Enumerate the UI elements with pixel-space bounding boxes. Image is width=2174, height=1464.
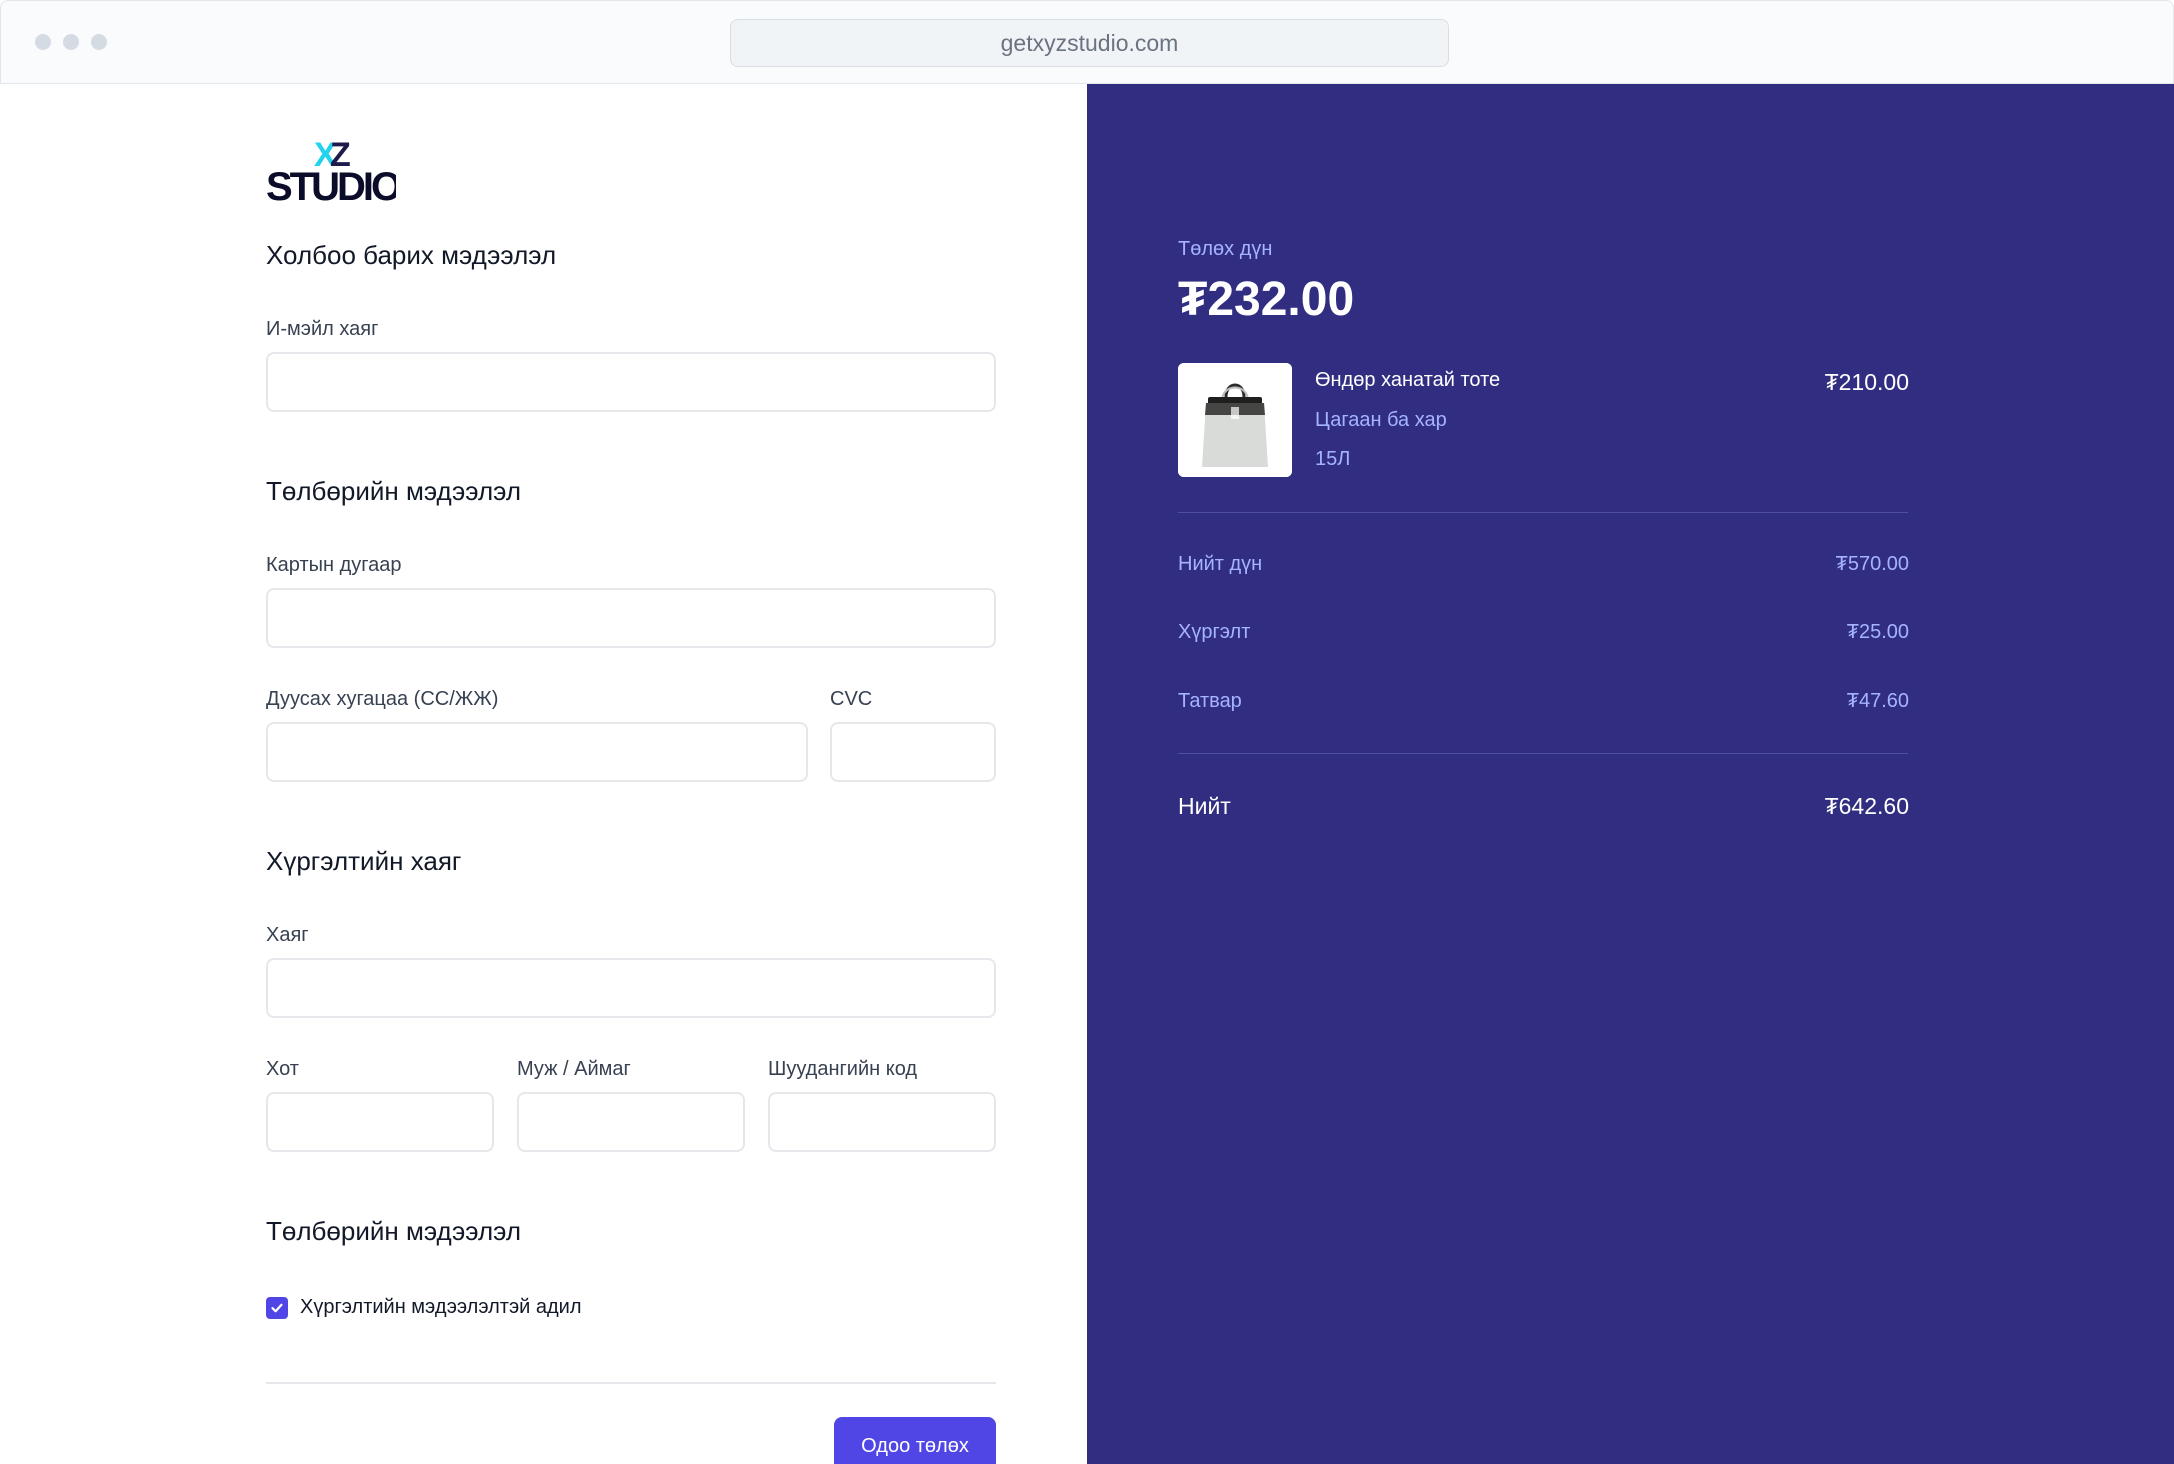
total-label: Нийт	[1178, 793, 1231, 819]
cvc-label: CVC	[830, 688, 873, 710]
shipping-value: ₮25.00	[1846, 621, 1909, 643]
cvc-field[interactable]	[830, 722, 996, 782]
postal-code-field[interactable]	[768, 1092, 996, 1152]
product-color: Цагаан ба хар	[1315, 409, 1447, 431]
same-as-shipping-label[interactable]: Хүргэлтийн мэдээлэлтэй адил	[300, 1296, 582, 1319]
product-price: ₮210.00	[1824, 369, 1909, 395]
email-field[interactable]	[266, 352, 996, 412]
email-label: И-мэйл хаяг	[266, 318, 379, 340]
region-label: Муж / Аймаг	[517, 1058, 631, 1080]
region-field[interactable]	[517, 1092, 745, 1152]
tote-bag-image	[1178, 363, 1292, 477]
checkout-form-panel: X Z STUDIO Холбоо барих мэдээлэл И-мэйл …	[0, 84, 1087, 1464]
payment-section-title: Төлбөрийн мэдээлэл	[266, 476, 521, 506]
city-label: Хот	[266, 1058, 299, 1080]
amount-due: ₮232.00	[1178, 273, 1355, 326]
same-as-shipping-checkbox[interactable]	[266, 1297, 288, 1319]
expiry-label: Дуусах хугацаа (СС/ЖЖ)	[266, 688, 499, 710]
address-bar-url: getxyzstudio.com	[1000, 29, 1179, 56]
pay-now-button[interactable]: Одоо төлөх	[834, 1417, 996, 1464]
address-bar[interactable]: getxyzstudio.com	[730, 19, 1449, 67]
tax-value: ₮47.60	[1846, 690, 1909, 712]
postal-code-label: Шуудангийн код	[768, 1058, 918, 1080]
summary-divider	[1178, 512, 1908, 513]
billing-section-title: Төлбөрийн мэдээлэл	[266, 1216, 521, 1246]
browser-chrome: getxyzstudio.com	[0, 0, 2174, 84]
total-value: ₮642.60	[1824, 793, 1909, 819]
window-controls	[35, 34, 107, 50]
order-summary-panel: Төлөх дүн ₮232.00 Өндөр ханатай тоте Цаг…	[1087, 84, 2174, 1464]
svg-text:STUDIO: STUDIO	[266, 165, 396, 204]
total-divider	[1178, 753, 1908, 754]
form-divider	[266, 1382, 996, 1384]
subtotal-label: Нийт дүн	[1178, 553, 1263, 575]
expiry-field[interactable]	[266, 722, 808, 782]
checkmark-icon	[271, 1303, 283, 1313]
shipping-section-title: Хүргэлтийн хаяг	[266, 846, 462, 876]
product-size: 15Л	[1315, 448, 1351, 470]
address-field[interactable]	[266, 958, 996, 1018]
shipping-label: Хүргэлт	[1178, 621, 1251, 643]
product-name: Өндөр ханатай тоте	[1315, 369, 1501, 391]
subtotal-value: ₮570.00	[1835, 553, 1909, 575]
address-label: Хаяг	[266, 924, 309, 946]
close-dot-icon[interactable]	[35, 34, 51, 50]
contact-section-title: Холбоо барих мэдээлэл	[266, 240, 557, 270]
tax-label: Татвар	[1178, 690, 1242, 712]
minimize-dot-icon[interactable]	[63, 34, 79, 50]
brand-logo: X Z STUDIO	[266, 136, 396, 204]
card-number-field[interactable]	[266, 588, 996, 648]
city-field[interactable]	[266, 1092, 494, 1152]
maximize-dot-icon[interactable]	[91, 34, 107, 50]
amount-due-label: Төлөх дүн	[1178, 238, 1273, 260]
card-number-label: Картын дугаар	[266, 554, 402, 576]
